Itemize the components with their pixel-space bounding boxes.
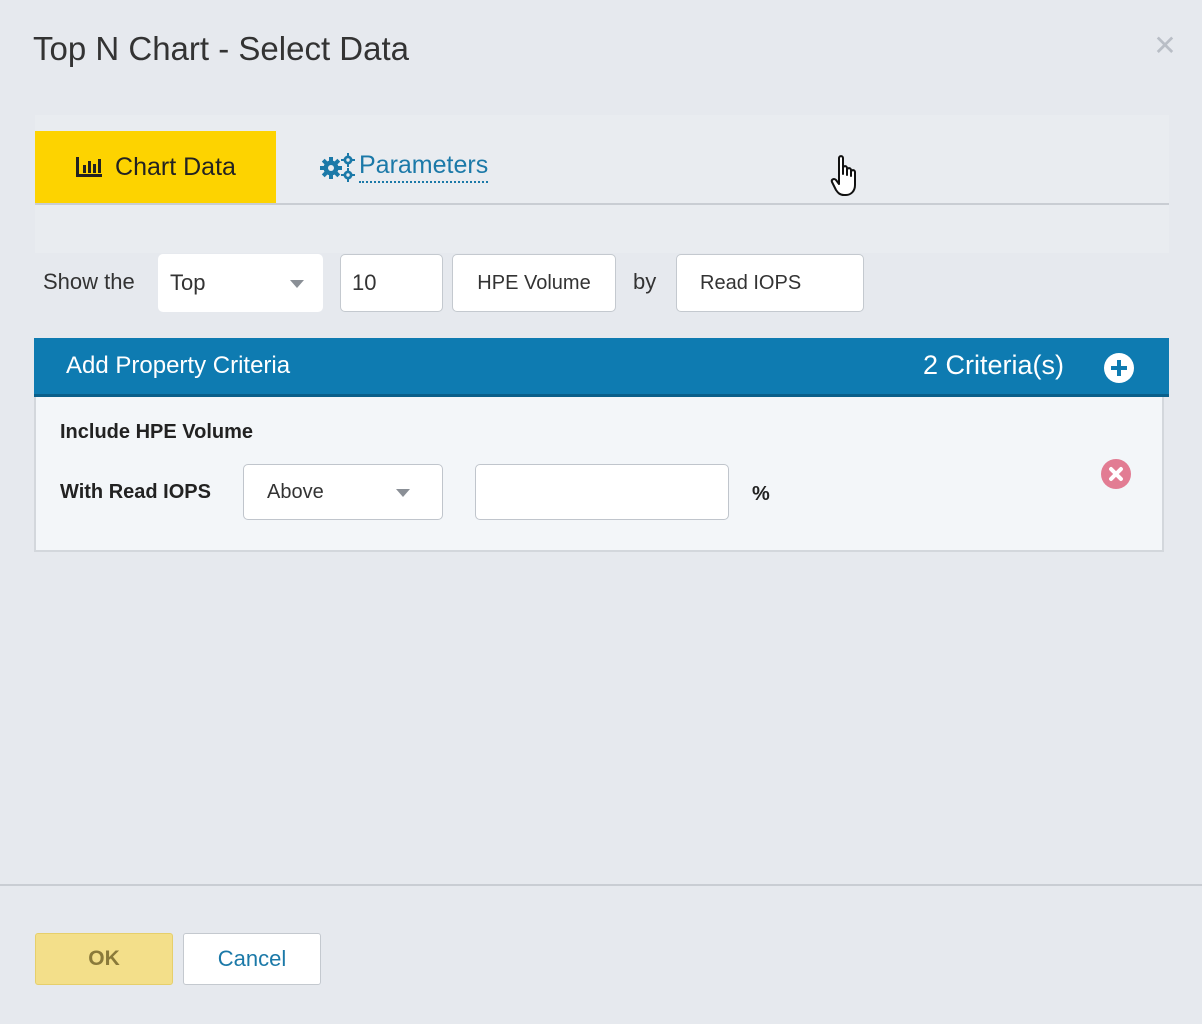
metric-button-label: Read IOPS bbox=[700, 271, 802, 294]
tab-chart-data[interactable]: Chart Data bbox=[35, 131, 276, 203]
plus-circle-icon[interactable] bbox=[1104, 353, 1134, 383]
operator-select[interactable]: Above bbox=[243, 464, 443, 520]
dialog-title: Top N Chart - Select Data bbox=[33, 30, 409, 67]
tab-parameters[interactable]: Parameters bbox=[319, 131, 489, 203]
show-the-label: Show the bbox=[43, 269, 135, 294]
tab-bar: Chart Data Parameters bbox=[35, 115, 1169, 253]
criteria-with-label: With Read IOPS bbox=[60, 481, 211, 503]
count-input[interactable]: 10 bbox=[340, 254, 443, 312]
cancel-button[interactable]: Cancel bbox=[183, 933, 321, 985]
footer-divider bbox=[0, 884, 1202, 886]
direction-select[interactable]: Top bbox=[158, 254, 323, 312]
tab-chart-data-label: Chart Data bbox=[115, 152, 236, 181]
threshold-input[interactable] bbox=[475, 464, 729, 520]
close-icon[interactable]: ✕ bbox=[1152, 30, 1178, 61]
by-label: by bbox=[633, 269, 657, 294]
unit-label: % bbox=[752, 483, 770, 505]
gears-icon bbox=[320, 153, 355, 182]
entity-button-label: HPE Volume bbox=[477, 271, 591, 294]
bar-chart-icon bbox=[76, 157, 103, 177]
operator-select-value: Above bbox=[267, 480, 324, 503]
ok-button[interactable]: OK bbox=[35, 933, 173, 985]
chevron-down-icon bbox=[290, 280, 304, 288]
direction-select-value: Top bbox=[170, 270, 206, 295]
cancel-button-label: Cancel bbox=[217, 946, 287, 971]
tab-underline bbox=[35, 203, 1169, 205]
criteria-count: 2 Criteria(s) bbox=[923, 350, 1065, 380]
hand-pointer-icon bbox=[830, 155, 856, 196]
ok-button-label: OK bbox=[88, 947, 120, 970]
tab-parameters-label: Parameters bbox=[359, 151, 489, 183]
metric-button[interactable]: Read IOPS bbox=[676, 254, 864, 312]
criteria-item-title: Include HPE Volume bbox=[60, 421, 253, 443]
remove-circle-icon[interactable] bbox=[1101, 459, 1131, 489]
criteria-header: Add Property Criteria 2 Criteria(s) bbox=[34, 338, 1169, 397]
criteria-header-title: Add Property Criteria bbox=[66, 352, 291, 379]
chevron-down-icon bbox=[396, 489, 410, 497]
entity-button[interactable]: HPE Volume bbox=[452, 254, 616, 312]
count-value: 10 bbox=[352, 270, 377, 295]
criteria-item: Include HPE Volume With Read IOPS Above … bbox=[34, 397, 1164, 552]
